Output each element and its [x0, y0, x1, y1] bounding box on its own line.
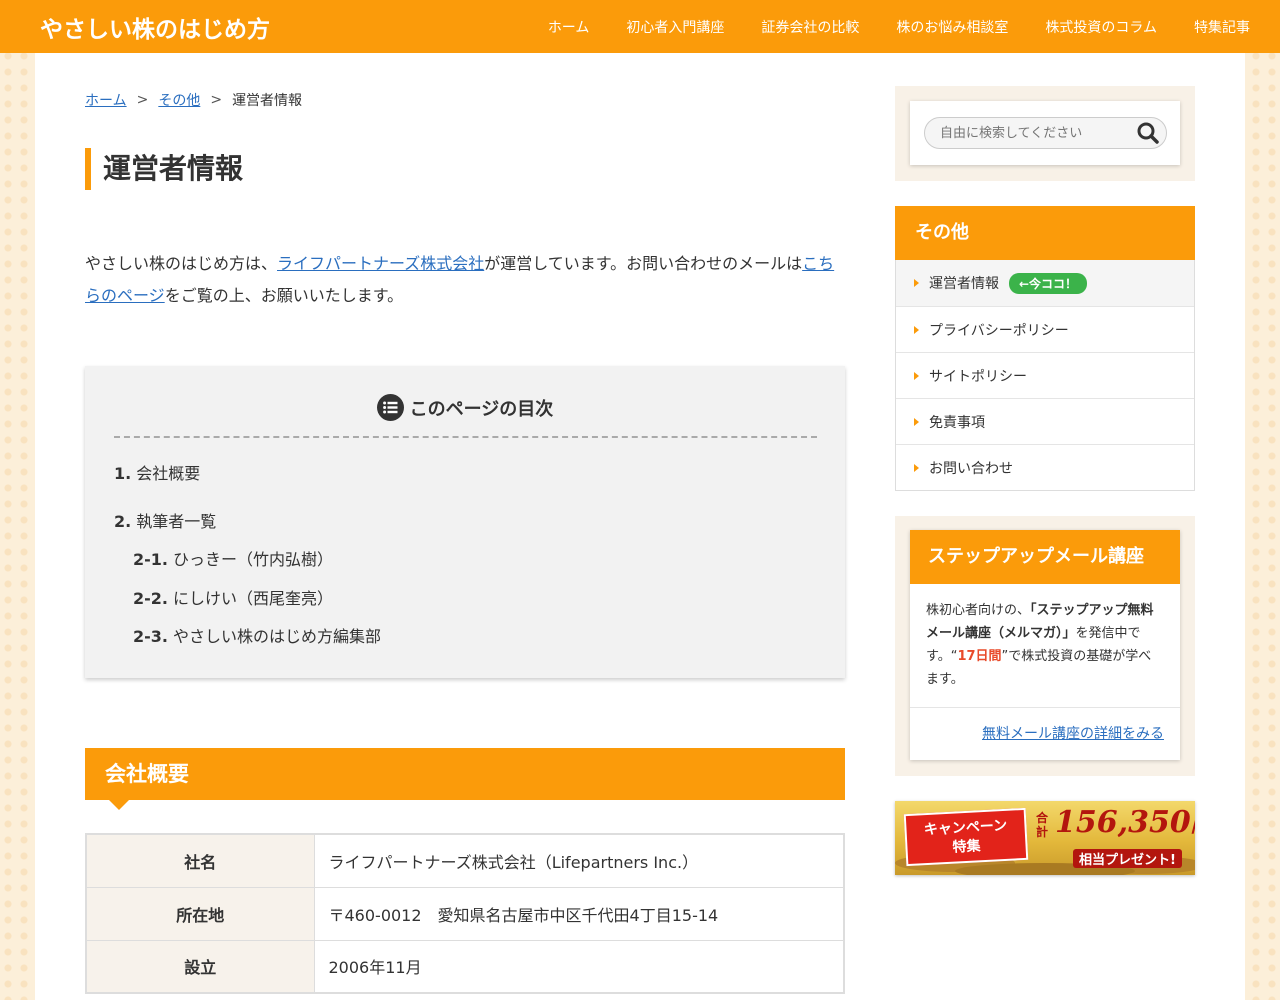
campaign-banner[interactable]: キャンペーン 特集 合計 156,350円 相当プレゼント! — [895, 801, 1195, 875]
search-input[interactable] — [924, 117, 1167, 149]
breadcrumb-separator: > — [136, 92, 149, 108]
campaign-ribbon: キャンペーン 特集 — [903, 807, 1029, 867]
toc-item[interactable]: 2-3. やさしい株のはじめ方編集部 — [133, 623, 381, 647]
nav-item-broker-compare[interactable]: 証券会社の比較 — [761, 17, 859, 37]
nav-item-consultation[interactable]: 株のお悩み相談室 — [896, 17, 1008, 37]
toc-item-label: ひっきー（竹内弘樹） — [172, 550, 333, 569]
sidebar-category-title: その他 — [895, 206, 1195, 260]
search-card — [910, 101, 1180, 165]
nav-item-beginner-course[interactable]: 初心者入門講座 — [626, 17, 724, 37]
breadcrumb-home-link[interactable]: ホーム — [85, 90, 127, 110]
page-container: ホーム > その他 > 運営者情報 運営者情報 やさしい株のはじめ方は、ライフパ… — [35, 53, 1245, 1000]
table-cell: 2006年11月 — [313, 939, 845, 994]
intro-paragraph: やさしい株のはじめ方は、ライフパートナーズ株式会社が運営しています。お問い合わせ… — [85, 248, 845, 312]
sidebar-item-label: サイトポリシー — [929, 368, 1027, 385]
sidebar-item-label: プライバシーポリシー — [929, 322, 1069, 339]
toc-item-label: 執筆者一覧 — [136, 512, 217, 531]
intro-text: やさしい株のはじめ方は、 — [85, 254, 278, 273]
breadcrumb-current: 運営者情報 — [232, 93, 303, 109]
list-icon — [376, 394, 404, 421]
sidebar-item-privacy-policy[interactable]: プライバシーポリシー — [896, 306, 1194, 352]
current-page-badge: ←今ココ！ — [1009, 272, 1088, 294]
banner-total-label: 合計 — [1036, 811, 1049, 839]
table-row: 設立 2006年11月 — [85, 939, 845, 994]
sidebar-item-disclaimer[interactable]: 免責事項 — [896, 398, 1194, 444]
nav-item-home[interactable]: ホーム — [548, 17, 590, 37]
toc-item-label: にしけい（西尾奎亮） — [172, 589, 333, 608]
search-icon[interactable] — [1136, 121, 1160, 145]
toc-item[interactable]: 2. 執筆者一覧 — [114, 508, 216, 532]
company-info-table: 社名 ライフパートナーズ株式会社（Lifepartners Inc.） 所在地 … — [85, 833, 845, 994]
banner-subtitle: 相当プレゼント! — [1073, 849, 1182, 868]
mail-course-description: 株初心者向けの、「ステップアップ無料メール講座（メルマガ）」を発信中です。“17… — [910, 584, 1180, 707]
banner-amount: 156,350円 — [1055, 805, 1195, 840]
mail-link-row: 無料メール講座の詳細をみる — [910, 707, 1180, 760]
toc-item-label: やさしい株のはじめ方編集部 — [172, 627, 381, 646]
sidebar-item-contact[interactable]: お問い合わせ — [896, 444, 1194, 490]
breadcrumb: ホーム > その他 > 運営者情報 — [85, 90, 302, 110]
mail-course-card: ステップアップメール講座 株初心者向けの、「ステップアップ無料メール講座（メルマ… — [910, 530, 1180, 760]
site-header: やさしい株のはじめ方 ホーム 初心者入門講座 証券会社の比較 株のお悩み相談室 … — [0, 0, 1280, 53]
toc-item-number: 2-3. — [133, 627, 168, 646]
nav-item-column[interactable]: 株式投資のコラム — [1045, 17, 1157, 37]
breadcrumb-separator: > — [210, 92, 223, 108]
toc-item-number: 2-2. — [133, 589, 168, 608]
toc-title-text: このページの目次 — [409, 398, 554, 420]
sidebar-item-label: 免責事項 — [929, 414, 985, 431]
table-row: 所在地 〒460-0012 愛知県名古屋市中区千代田4丁目15-14 — [85, 886, 845, 941]
table-header-cell: 社名 — [85, 833, 315, 888]
breadcrumb-category-link[interactable]: その他 — [158, 90, 200, 110]
mail-course-title: ステップアップメール講座 — [910, 530, 1180, 584]
section-heading-company: 会社概要 — [85, 748, 845, 810]
sidebar-item-label: 運営者情報 — [929, 276, 999, 292]
mail-days-highlight: 17日間 — [957, 649, 1002, 664]
table-header-cell: 所在地 — [85, 886, 315, 941]
sidebar-category-menu: 運営者情報 ←今ココ！ プライバシーポリシー サイトポリシー 免責事項 お問い合… — [895, 260, 1195, 491]
toc-item[interactable]: 2-2. にしけい（西尾奎亮） — [133, 585, 333, 609]
toc-item[interactable]: 1. 会社概要 — [114, 460, 200, 484]
intro-text: が運営しています。お問い合わせのメールは — [484, 254, 803, 273]
toc-item-label: 会社概要 — [136, 464, 201, 483]
site-logo[interactable]: やさしい株のはじめ方 — [40, 10, 270, 44]
toc-title: このページの目次 — [85, 394, 845, 421]
sidebar-search-widget — [895, 86, 1195, 181]
sidebar-item-label: お問い合わせ — [929, 460, 1013, 477]
banner-yen: 円 — [1191, 816, 1195, 837]
mail-text: 株初心者向けの、 — [926, 603, 1031, 618]
toc-item[interactable]: 2-1. ひっきー（竹内弘樹） — [133, 546, 333, 570]
page-title: 運営者情報 — [85, 148, 243, 190]
global-nav: ホーム 初心者入門講座 証券会社の比較 株のお悩み相談室 株式投資のコラム 特集… — [511, 0, 1250, 53]
mail-course-widget: ステップアップメール講座 株初心者向けの、「ステップアップ無料メール講座（メルマ… — [895, 516, 1195, 776]
table-of-contents: このページの目次 1. 会社概要 2. 執筆者一覧 2-1. ひっきー（竹内弘樹） 2… — [85, 366, 845, 678]
table-row: 社名 ライフパートナーズ株式会社（Lifepartners Inc.） — [85, 833, 845, 888]
table-cell: 〒460-0012 愛知県名古屋市中区千代田4丁目15-14 — [313, 886, 845, 941]
toc-item-number: 1. — [114, 464, 132, 483]
nav-item-feature[interactable]: 特集記事 — [1194, 17, 1250, 37]
sidebar-item-site-policy[interactable]: サイトポリシー — [896, 352, 1194, 398]
toc-item-number: 2-1. — [133, 550, 168, 569]
toc-item-number: 2. — [114, 512, 132, 531]
sidebar-item-operator-info[interactable]: 運営者情報 ←今ココ！ — [896, 260, 1194, 306]
company-link[interactable]: ライフパートナーズ株式会社 — [277, 254, 484, 273]
toc-divider — [114, 436, 817, 438]
mail-course-detail-link[interactable]: 無料メール講座の詳細をみる — [982, 726, 1164, 742]
table-header-cell: 設立 — [85, 939, 315, 994]
intro-text: をご覧の上、お願いいたします。 — [164, 286, 404, 305]
banner-amount-value: 156,350 — [1055, 805, 1191, 840]
table-cell: ライフパートナーズ株式会社（Lifepartners Inc.） — [313, 833, 845, 888]
